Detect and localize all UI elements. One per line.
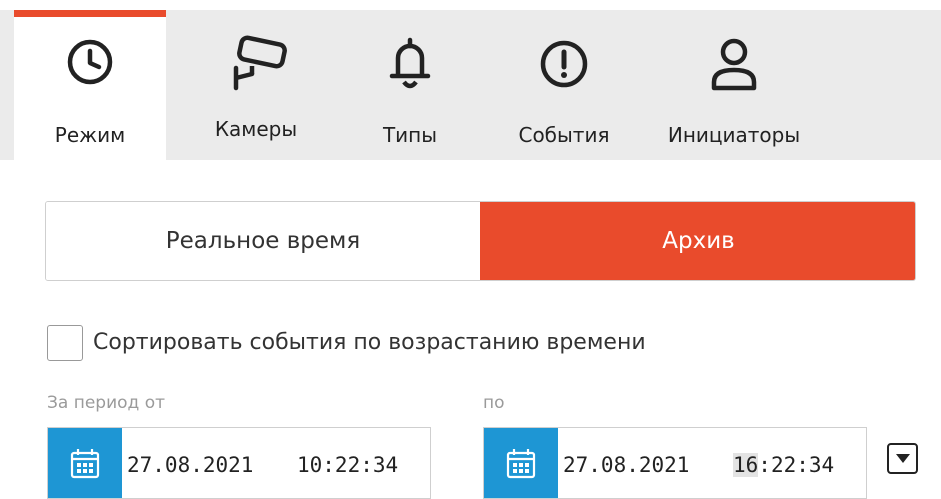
period-preset-dropdown[interactable] — [887, 443, 918, 474]
to-time-hours-selected[interactable]: 16 — [733, 453, 759, 477]
from-date[interactable]: 27.08.2021 — [127, 453, 253, 477]
period-to-label: по — [483, 393, 505, 413]
to-time[interactable]: 16:22:34 — [733, 453, 834, 477]
tab-types[interactable]: Типы — [346, 10, 474, 160]
sort-ascending-checkbox[interactable] — [47, 325, 83, 361]
to-date[interactable]: 27.08.2021 — [563, 453, 689, 477]
period-to-field[interactable]: 27.08.2021 16:22:34 — [483, 427, 867, 499]
calendar-icon — [70, 449, 100, 479]
tab-types-label: Типы — [382, 123, 438, 147]
mode-toggle: Реальное время Архив — [45, 201, 916, 281]
camera-icon — [233, 35, 287, 91]
tab-cameras[interactable]: Камеры — [166, 10, 346, 160]
realtime-button[interactable]: Реальное время — [46, 202, 480, 280]
tab-initiators[interactable]: Инициаторы — [654, 10, 814, 160]
period-from-label: За период от — [47, 393, 165, 413]
from-time[interactable]: 10:22:34 — [297, 453, 398, 477]
tab-events-label: События — [518, 123, 610, 147]
clock-icon — [67, 39, 113, 85]
tab-initiators-label: Инициаторы — [667, 123, 801, 147]
user-icon — [711, 38, 757, 91]
period-from-field[interactable]: 27.08.2021 10:22:34 — [47, 427, 431, 499]
tab-cameras-label: Камеры — [214, 117, 298, 141]
calendar-button-to[interactable] — [484, 428, 558, 498]
tab-mode-label: Режим — [54, 123, 126, 147]
calendar-icon — [506, 449, 536, 479]
alert-circle-icon — [540, 40, 588, 88]
triangle-down-icon — [895, 454, 910, 463]
tab-events[interactable]: События — [474, 10, 654, 160]
bell-icon — [389, 37, 431, 89]
to-time-rest: :22:34 — [758, 453, 835, 477]
tab-mode[interactable]: Режим — [14, 10, 166, 160]
archive-button[interactable]: Архив — [480, 202, 915, 280]
sort-ascending-label[interactable]: Сортировать события по возрастанию време… — [93, 330, 646, 355]
calendar-button-from[interactable] — [48, 428, 122, 498]
